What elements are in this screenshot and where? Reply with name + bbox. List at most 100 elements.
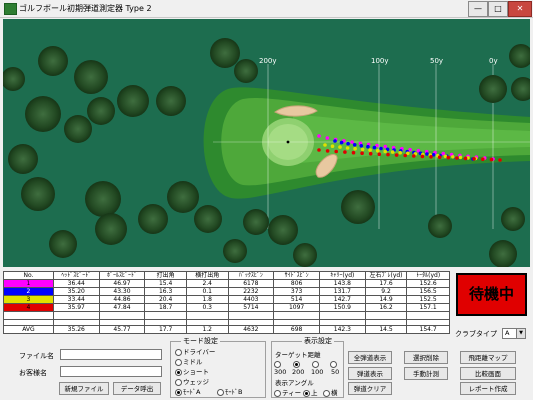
radio-icon — [217, 388, 224, 396]
target-100-radio[interactable] — [312, 360, 320, 368]
angle-top-radio[interactable]: 上 — [303, 387, 318, 397]
tree — [341, 190, 375, 224]
radio-label: ミドル — [183, 358, 203, 366]
radio-icon — [175, 358, 182, 366]
table-cell: 17.6 — [364, 279, 408, 288]
create-report-button[interactable]: レポート作成 — [460, 382, 516, 395]
trajectory-dot — [394, 153, 399, 157]
radio-label: ティー — [282, 389, 302, 397]
load-data-button[interactable]: データ呼出 — [113, 382, 161, 395]
table-cell: 15.4 — [144, 279, 187, 288]
shot-color-cell: 4 — [3, 303, 54, 312]
table-row[interactable]: 2 35.20 43.30 16.3 0.1 2232 373 131.7 9.… — [3, 287, 450, 296]
status-indicator: 待機中 — [456, 273, 527, 316]
trajectory-dot — [352, 143, 357, 147]
angle-tee-radio[interactable]: ティー — [274, 387, 301, 397]
show-all-shots-button[interactable]: 全弾道表示 — [348, 351, 392, 364]
maximize-button[interactable]: □ — [488, 1, 508, 17]
customer-name-field[interactable] — [60, 366, 162, 377]
club-type-select[interactable]: A ▼ — [502, 328, 526, 339]
mode-option-wedge[interactable]: ウェッジ — [175, 376, 209, 386]
shot-swatch: 4 — [4, 304, 53, 311]
tree — [293, 243, 317, 267]
radio-selected-icon — [303, 389, 310, 397]
target-300-label: 300 — [274, 368, 287, 376]
table-cell: 6178 — [227, 279, 275, 288]
table-header-row: No. ﾍｯﾄﾞｽﾋﾟｰﾄﾞ ﾎﾞｰﾙｽﾋﾟｰﾄﾞ 打出角 横打出角 ﾊﾞｯｸｽ… — [3, 271, 450, 280]
table-cell: 9.2 — [364, 287, 408, 296]
radio-icon — [274, 360, 281, 368]
avg-cell: 1.2 — [185, 325, 229, 334]
trajectory-dot — [372, 145, 377, 150]
avg-cell: 698 — [273, 325, 320, 334]
trajectory-dot — [368, 148, 372, 152]
tree — [21, 177, 55, 211]
radio-icon — [330, 360, 337, 368]
angle-side-radio[interactable]: 横 — [323, 387, 338, 397]
delete-selected-button[interactable]: 選択削除 — [404, 351, 448, 364]
trajectory-dot — [451, 155, 455, 159]
distance-label-50y: 50y — [430, 57, 443, 65]
trajectory-dot — [346, 141, 350, 146]
mode-option-middle[interactable]: ミドル — [175, 356, 203, 366]
mode-option-driver[interactable]: ドライバー — [175, 346, 215, 356]
tree — [223, 239, 247, 263]
tree — [38, 46, 68, 76]
tree — [117, 85, 149, 117]
trajectory-dot — [463, 156, 468, 161]
compare-screen-button[interactable]: 比較画面 — [460, 367, 516, 380]
mode-option-short[interactable]: ショート — [175, 366, 209, 376]
show-shot-button[interactable]: 弾道表示 — [348, 367, 392, 380]
tree — [95, 213, 127, 245]
shot-color-cell: 3 — [3, 295, 54, 304]
file-name-label: ファイル名 — [19, 352, 54, 360]
radio-label: ウェッジ — [183, 378, 209, 386]
clear-shots-button[interactable]: 弾道クリア — [348, 382, 392, 395]
trajectory-dot — [317, 148, 321, 152]
table-cell: 35.97 — [52, 303, 100, 312]
table-cell: 16.3 — [144, 287, 187, 296]
target-300-radio[interactable] — [274, 360, 282, 368]
radio-icon — [312, 360, 319, 368]
table-row[interactable]: 4 35.97 47.84 18.7 0.3 5714 1097 150.9 1… — [3, 303, 450, 312]
tree — [25, 96, 61, 132]
trajectory-dot — [317, 134, 321, 138]
table-cell: 2232 — [227, 287, 275, 296]
manual-measure-button[interactable]: 手動計測 — [404, 367, 448, 380]
mode-option-b[interactable]: ﾓｰﾄﾞB — [217, 386, 242, 396]
avg-cell: 35.26 — [52, 325, 100, 334]
trajectory-dot — [498, 158, 502, 162]
radio-icon — [175, 378, 182, 386]
view-angle-label: 表示アングル — [275, 379, 314, 387]
shot-color-cell: 2 — [3, 287, 54, 296]
close-button[interactable]: ✕ — [508, 1, 532, 17]
target-50-radio[interactable] — [330, 360, 338, 368]
minimize-button[interactable]: — — [468, 1, 488, 17]
shot-swatch: 2 — [4, 288, 53, 295]
table-cell: 5714 — [227, 303, 275, 312]
target-200-radio[interactable] — [293, 360, 301, 368]
trajectory-dot — [351, 150, 356, 155]
radio-icon — [274, 389, 281, 397]
trajectory-dot — [360, 151, 364, 155]
club-type-value: A — [505, 329, 510, 337]
table-row-empty — [3, 311, 450, 320]
tree — [501, 207, 525, 231]
tree — [85, 181, 121, 217]
mode-option-a[interactable]: ﾓｰﾄﾞA — [175, 386, 200, 396]
col-total: ﾄｰﾀﾙ(yd) — [406, 271, 450, 280]
table-cell: 33.44 — [52, 295, 100, 304]
table-cell: 157.1 — [406, 303, 450, 312]
average-row-table: AVG 35.26 45.77 17.7 1.2 4632 698 142.3 … — [3, 325, 450, 334]
table-row[interactable]: 3 33.44 44.86 20.4 1.8 4403 514 142.7 14… — [3, 295, 450, 304]
table-row[interactable]: 1 36.44 46.97 15.4 2.4 6178 806 143.8 17… — [3, 279, 450, 288]
trajectory-view: 200y 100y 50y 0y — [3, 19, 530, 267]
tree — [167, 181, 199, 213]
trajectory-dot — [368, 151, 373, 156]
trajectory-dot — [350, 140, 354, 144]
distance-map-button[interactable]: 飛距離マップ — [460, 351, 516, 364]
file-name-field[interactable] — [60, 349, 162, 360]
trajectory-dot — [325, 149, 330, 153]
new-file-button[interactable]: 新規ファイル — [59, 382, 109, 395]
table-cell: 142.7 — [318, 295, 366, 304]
